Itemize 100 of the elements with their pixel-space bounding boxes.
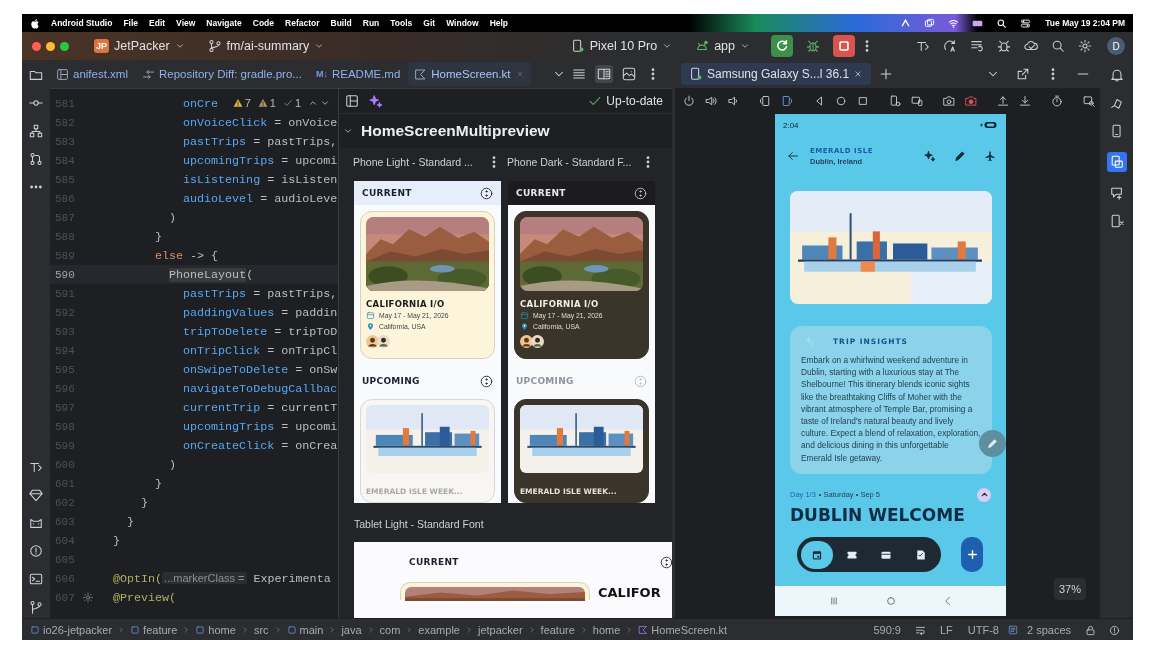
terminal-icon[interactable] — [29, 572, 43, 586]
project-selector[interactable]: JetPacker — [114, 39, 170, 53]
gem-icon[interactable] — [29, 488, 43, 502]
power-icon[interactable] — [683, 95, 695, 107]
run-config-selector[interactable]: app — [714, 39, 735, 53]
running-devices-icon[interactable] — [1106, 152, 1127, 172]
close-window-button[interactable] — [32, 41, 41, 51]
next-icon[interactable] — [320, 98, 330, 108]
breadcrumb[interactable]: main — [299, 624, 324, 636]
indent-setting[interactable]: 2 spaces — [1026, 624, 1071, 636]
breadcrumb[interactable]: src — [253, 624, 269, 636]
device-settings-icon[interactable] — [889, 95, 901, 107]
breadcrumb[interactable]: java — [341, 624, 362, 636]
close-icon[interactable] — [853, 69, 864, 79]
editor-tab[interactable]: HomeScreen.kt — [408, 62, 531, 86]
overview-icon[interactable] — [857, 95, 869, 107]
cursor-position[interactable]: 590:9 — [873, 624, 901, 636]
menu-app-name[interactable]: Android Studio — [51, 18, 113, 28]
menu-item[interactable]: Window — [446, 18, 479, 28]
download-icon[interactable] — [1019, 95, 1031, 107]
chevron-down-icon[interactable] — [314, 41, 325, 51]
breadcrumb[interactable]: jetpacker — [477, 624, 523, 636]
inspect-icon[interactable] — [1083, 95, 1095, 107]
menu-item[interactable]: Build — [330, 18, 352, 28]
breadcrumb[interactable]: io26-jetpacker — [43, 624, 113, 636]
branch-selector[interactable]: fm/ai-summary — [226, 39, 310, 53]
menu-item[interactable]: Refactor — [285, 18, 320, 28]
debug-icon[interactable] — [806, 39, 820, 53]
zoom-window-button[interactable] — [60, 41, 69, 51]
pull-request-icon[interactable] — [29, 152, 43, 166]
menu-item[interactable]: Navigate — [206, 18, 242, 28]
windows-icon[interactable] — [924, 17, 936, 29]
menu-item[interactable]: File — [123, 18, 139, 28]
expand-chevron-icon[interactable] — [343, 126, 353, 136]
screenshot-icon[interactable] — [943, 95, 955, 107]
collapse-button[interactable] — [977, 487, 991, 502]
menu-item[interactable]: Git — [423, 18, 436, 28]
breadcrumb[interactable]: HomeScreen.kt — [651, 624, 728, 636]
menu-item[interactable]: View — [176, 18, 196, 28]
menu-item[interactable]: Code — [252, 18, 274, 28]
editor-tab[interactable]: Repository Diff: gradle.pro... — [135, 62, 308, 86]
user-avatar[interactable]: D — [1107, 37, 1125, 55]
editor-tab[interactable]: M↓ README.md — [309, 62, 407, 86]
control-center-icon[interactable] — [1020, 17, 1032, 29]
cloud-sync-icon[interactable] — [1024, 39, 1038, 53]
gear-icon[interactable] — [81, 592, 95, 603]
breadcrumb[interactable]: feature — [540, 624, 575, 636]
menu-clock[interactable]: Tue May 19 2:04 PM — [1045, 18, 1125, 28]
stop-button[interactable] — [833, 35, 855, 57]
editor-tab[interactable]: anifest.xml — [54, 62, 134, 86]
previous-icon[interactable] — [308, 98, 318, 108]
menu-item[interactable]: Tools — [390, 18, 413, 28]
line-ending[interactable]: LF — [939, 624, 953, 636]
upload-icon[interactable] — [997, 95, 1009, 107]
device-chat-icon[interactable] — [1109, 186, 1124, 200]
device-mirror-icon[interactable] — [911, 95, 923, 107]
file-encoding[interactable]: UTF-8 — [967, 624, 999, 636]
cat-icon[interactable] — [29, 516, 43, 530]
device-screen[interactable] — [775, 114, 1006, 616]
back-arrow-icon[interactable] — [787, 150, 799, 162]
add-button[interactable] — [961, 537, 983, 572]
menu-item[interactable]: Help — [489, 18, 509, 28]
screen-record-icon[interactable] — [965, 95, 977, 107]
structure-icon[interactable] — [29, 124, 43, 138]
layout-icon[interactable] — [345, 94, 359, 108]
menu-item[interactable]: Run — [362, 18, 380, 28]
device-explorer-icon[interactable] — [1109, 214, 1124, 228]
notifications-icon[interactable] — [1109, 68, 1124, 82]
breadcrumb[interactable]: feature — [143, 624, 178, 636]
sparkle-icon[interactable] — [924, 150, 936, 162]
build-icon[interactable] — [29, 460, 43, 474]
rerun-button[interactable] — [771, 35, 793, 57]
nav-tab[interactable] — [801, 540, 834, 569]
problems-icon[interactable] — [29, 544, 43, 558]
search-icon[interactable] — [996, 17, 1008, 29]
breadcrumb[interactable]: home — [592, 624, 621, 636]
home-icon[interactable] — [835, 95, 847, 107]
rotate-left-icon[interactable] — [759, 95, 771, 107]
chevron-down-icon[interactable] — [740, 41, 750, 51]
airplane-icon[interactable] — [984, 150, 996, 162]
volume-down-icon[interactable] — [727, 95, 739, 107]
menu-item[interactable]: Edit — [149, 18, 166, 28]
soft-wrap-icon[interactable] — [914, 624, 926, 636]
sparkle-icon[interactable] — [369, 94, 383, 108]
edit-icon[interactable] — [954, 150, 966, 162]
sync-list-icon[interactable] — [970, 39, 984, 53]
external-window-icon[interactable] — [1016, 67, 1030, 81]
timer-icon[interactable] — [1051, 95, 1063, 107]
breadcrumb[interactable]: example — [418, 624, 460, 636]
volume-up-icon[interactable] — [705, 95, 717, 107]
rotate-right-icon[interactable] — [781, 95, 793, 107]
wifi-icon[interactable] — [948, 17, 960, 29]
split-view-icon[interactable] — [597, 67, 611, 81]
search-icon[interactable] — [1051, 39, 1065, 53]
git-icon[interactable] — [29, 600, 43, 614]
chevron-down-icon[interactable] — [174, 41, 185, 51]
breadcrumb[interactable]: home — [208, 624, 236, 636]
edit-button[interactable] — [979, 430, 1006, 457]
chevron-down-icon[interactable] — [662, 41, 673, 51]
apple-icon[interactable] — [30, 17, 41, 29]
